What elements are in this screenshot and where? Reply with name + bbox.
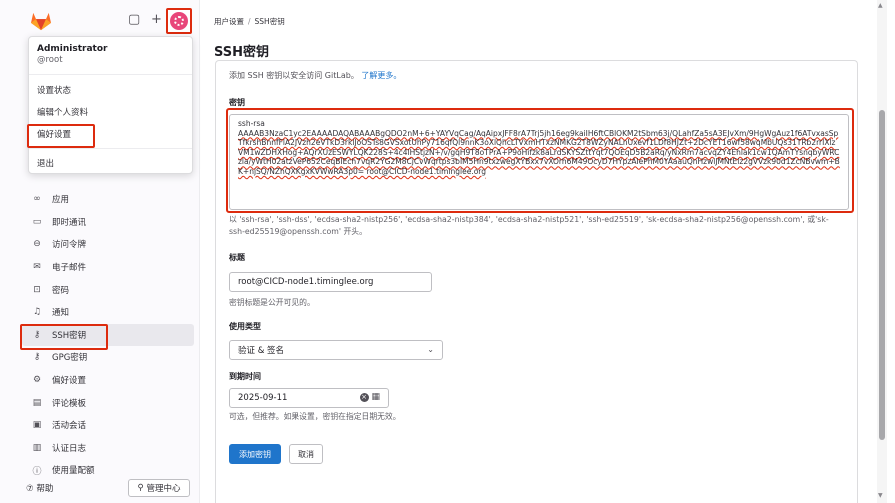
sidebar-topbar: ▢ +	[0, 0, 200, 40]
help-icon: ⑦	[26, 484, 34, 494]
key-icon: ⚷	[33, 329, 41, 340]
token-icon: ⊖	[33, 239, 41, 250]
sidebar-item-label: 访问令牌	[52, 240, 87, 251]
preferences-icon: ⚙	[32, 375, 42, 386]
sidebar-item-label: 即时通讯	[52, 217, 87, 228]
sidebar-item[interactable]: ⚙ 偏好设置	[22, 369, 194, 392]
sidebar-nav: ∞ 应用 ▭ 即时通讯 ⊖ 访问令牌 ✉ 电子邮件 ⊡ 密码 ♫ 通知 ⚷ SSH密钥 ⚷ GPG密钥 ⚙ 偏好设…	[20, 188, 194, 482]
intro-text: 添加 SSH 密钥以安全访问 GitLab。 了解更多。	[229, 71, 402, 80]
usage-type-label: 使用类型	[229, 322, 261, 331]
sidebar-item[interactable]: ▣ 活动会话	[22, 414, 194, 437]
scroll-thumb[interactable]	[879, 110, 885, 440]
admin-area-button[interactable]: ⚲ 管理中心	[128, 479, 190, 497]
add-key-button[interactable]: 添加密钥	[229, 444, 281, 464]
page-title: SSH密钥	[214, 45, 270, 60]
sidebar-item[interactable]: ▭ 即时通讯	[22, 211, 194, 234]
sidebar-item[interactable]: ∞ 应用	[22, 188, 194, 211]
lock-icon: ⊡	[33, 284, 41, 295]
user-profile-link[interactable]: Administrator @root	[29, 37, 192, 75]
calendar-icon[interactable]: ▦	[371, 392, 380, 402]
avatar-icon	[170, 12, 188, 30]
sidebar-item-label: GPG密钥	[52, 353, 88, 364]
set-status-item[interactable]: 设置状态	[29, 79, 192, 101]
user-menu-dropdown: Administrator @root 设置状态 编辑个人资料 偏好设置 退出	[27, 36, 193, 174]
quota-icon: ⓘ	[32, 466, 42, 477]
cancel-button[interactable]: 取消	[289, 444, 323, 464]
key-highlight-box	[226, 108, 854, 213]
sidebar-item[interactable]: ⚷ GPG密钥	[22, 346, 194, 369]
title-label: 标题	[229, 253, 245, 262]
apps-icon: ∞	[33, 194, 41, 205]
breadcrumb-ssh-keys[interactable]: SSH密钥	[255, 17, 285, 26]
bell-icon: ♫	[32, 307, 42, 318]
sessions-icon: ▣	[32, 420, 42, 431]
sidebar-item-label: 电子邮件	[52, 263, 87, 274]
gitlab-logo-icon[interactable]	[30, 11, 52, 31]
chevron-down-icon: ⌄	[427, 345, 434, 354]
scroll-up-icon[interactable]: ▲	[878, 2, 883, 9]
preferences-item[interactable]: 偏好设置	[27, 123, 192, 148]
sidebar-toggle-icon[interactable]: ▢	[128, 12, 140, 27]
sidebar-item-label: SSH密钥	[52, 330, 87, 341]
new-item-icon[interactable]: +	[151, 12, 162, 27]
sidebar-item-label: 活动会话	[52, 421, 87, 432]
breadcrumb: 用户设置 / SSH密钥	[214, 17, 285, 26]
learn-more-link[interactable]: 了解更多。	[361, 71, 401, 80]
sidebar-item-label: 认证日志	[52, 443, 87, 454]
clear-icon[interactable]: ×	[359, 393, 369, 402]
key-format-help: 以 'ssh-rsa', 'ssh-dss', 'ecdsa-sha2-nist…	[229, 215, 829, 236]
main-content: 用户设置 / SSH密钥 SSH密钥 添加 SSH 密钥以安全访问 GitLab。 …	[201, 0, 885, 503]
sidebar-item[interactable]: ✉ 电子邮件	[22, 256, 194, 279]
sidebar-item[interactable]: ⚷ SSH密钥	[20, 323, 194, 350]
sidebar-item-label: 评论模板	[52, 398, 87, 409]
breadcrumb-user-settings[interactable]: 用户设置	[214, 17, 244, 26]
comment-icon: ▭	[32, 216, 42, 227]
wrench-icon: ⚲	[137, 483, 147, 493]
sign-out-item[interactable]: 退出	[29, 152, 192, 174]
sidebar-item-label: 应用	[52, 195, 70, 206]
key-label: 密钥	[229, 98, 245, 107]
menu-divider	[29, 148, 192, 149]
sidebar-item[interactable]: ▤ 评论模板	[22, 391, 194, 414]
expiration-help: 可选，但推荐。如果设置，密钥在指定日期无效。	[229, 412, 401, 421]
title-input[interactable]: root@CICD-node1.timinglee.org	[229, 272, 432, 292]
comment-template-icon: ▤	[32, 397, 42, 408]
sidebar-footer: ⑦ 帮助 ⚲ 管理中心	[0, 476, 200, 502]
user-name: Administrator	[37, 44, 108, 54]
sidebar-item-label: 通知	[52, 308, 70, 319]
help-button[interactable]: ⑦ 帮助	[26, 482, 53, 494]
title-help: 密钥标题是公开可见的。	[229, 298, 315, 307]
sidebar-item-label: 密码	[52, 285, 70, 296]
add-key-form: 添加 SSH 密钥以安全访问 GitLab。 了解更多。 密钥 ssh-rsa …	[215, 60, 858, 503]
expiration-date-input[interactable]: 2025-09-11 × ▦	[229, 388, 389, 408]
sidebar-item[interactable]: ⊡ 密码	[22, 278, 194, 301]
mail-icon: ✉	[33, 262, 41, 273]
sidebar-item[interactable]: ▥ 认证日志	[22, 437, 194, 460]
key-icon: ⚷	[33, 352, 41, 363]
expiration-label: 到期时间	[229, 372, 261, 381]
user-avatar-button[interactable]	[166, 8, 192, 34]
sidebar-item[interactable]: ⊖ 访问令牌	[22, 233, 194, 256]
log-icon: ▥	[32, 442, 42, 453]
edit-profile-item[interactable]: 编辑个人资料	[29, 101, 192, 123]
sidebar-item-label: 使用量配额	[52, 466, 95, 477]
sidebar-item-label: 偏好设置	[52, 376, 87, 387]
usage-type-select[interactable]: 验证 & 签名 ⌄	[229, 340, 443, 360]
user-handle: @root	[37, 55, 63, 65]
sidebar-item[interactable]: ♫ 通知	[22, 301, 194, 324]
scroll-down-icon[interactable]: ▼	[878, 492, 883, 499]
